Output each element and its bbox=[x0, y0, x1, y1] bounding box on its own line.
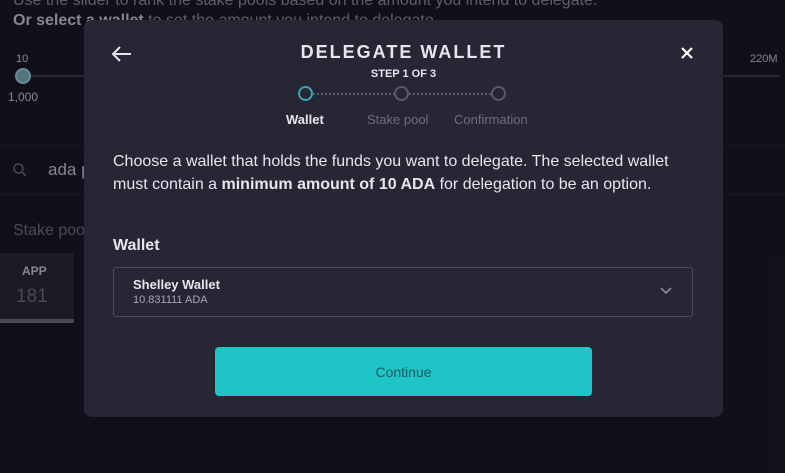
wallet-field-label: Wallet bbox=[113, 237, 160, 254]
dialog-title: DELEGATE WALLET bbox=[300, 42, 507, 62]
step-dot-confirmation bbox=[491, 86, 506, 101]
close-icon[interactable] bbox=[678, 44, 696, 62]
stepper-connector bbox=[313, 93, 395, 95]
chevron-down-icon[interactable] bbox=[659, 286, 673, 296]
delegate-wallet-dialog: DELEGATE WALLET STEP 1 OF 3 Wallet Stake… bbox=[84, 20, 723, 417]
selected-wallet-name: Shelley Wallet bbox=[133, 277, 220, 292]
wallet-select[interactable]: Shelley Wallet 10.831111 ADA bbox=[113, 267, 693, 317]
step-dot-stake-pool bbox=[394, 86, 409, 101]
step-dot-wallet bbox=[298, 86, 313, 101]
step-label-wallet: Wallet bbox=[286, 112, 324, 127]
step-indicator: STEP 1 OF 3 bbox=[370, 68, 437, 80]
step-label-stake-pool: Stake pool bbox=[367, 112, 429, 127]
dialog-description: Choose a wallet that holds the funds you… bbox=[113, 150, 703, 196]
description-emphasis: minimum amount of 10 ADA bbox=[221, 176, 436, 193]
stepper bbox=[298, 86, 508, 102]
stepper-connector bbox=[409, 93, 491, 95]
step-label-confirmation: Confirmation bbox=[454, 112, 528, 127]
description-text-end: for delegation to be an option. bbox=[435, 176, 652, 193]
continue-button[interactable]: Continue bbox=[215, 347, 592, 396]
selected-wallet-amount: 10.831111 ADA bbox=[133, 294, 208, 306]
